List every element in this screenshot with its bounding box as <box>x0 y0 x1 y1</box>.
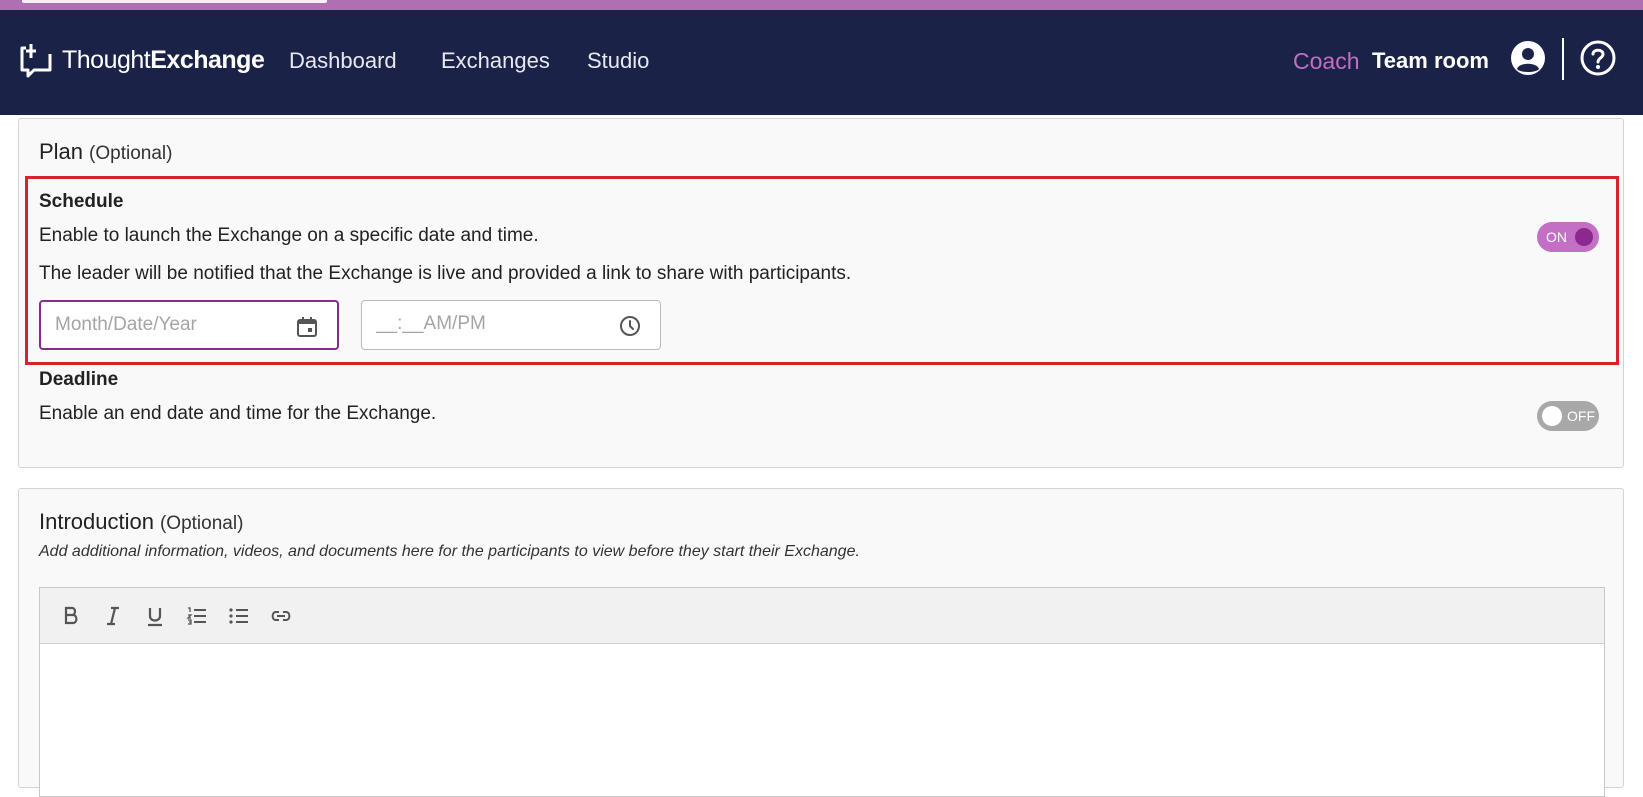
introduction-optional: (Optional) <box>159 513 244 534</box>
coach-link[interactable]: Coach <box>1293 48 1359 75</box>
plan-card: Plan (Optional) Schedule Enable to launch… <box>18 118 1624 468</box>
deadline-toggle-knob <box>1542 406 1562 426</box>
schedule-date-input[interactable] <box>55 314 275 336</box>
plan-title: Plan (Optional) <box>39 139 172 165</box>
logo-text-exchange: Exchange <box>150 45 265 74</box>
rich-text-editor[interactable] <box>39 587 1605 797</box>
deadline-toggle-label: OFF <box>1567 408 1595 424</box>
schedule-date-field[interactable] <box>39 300 339 350</box>
deadline-toggle[interactable]: OFF <box>1537 401 1599 431</box>
ordered-list-icon[interactable] <box>184 604 210 628</box>
introduction-title: Introduction (Optional) <box>39 509 243 535</box>
italic-icon[interactable] <box>100 604 126 628</box>
nav-dashboard[interactable]: Dashboard <box>289 48 397 74</box>
schedule-toggle-label: ON <box>1546 229 1567 245</box>
plan-optional: (Optional) <box>89 143 173 164</box>
deadline-label: Deadline <box>39 369 119 390</box>
editor-toolbar <box>40 588 1604 644</box>
bold-icon[interactable] <box>58 604 84 628</box>
top-accent-stripe <box>0 0 1643 10</box>
nav-divider <box>1562 38 1564 80</box>
team-room-link[interactable]: Team room <box>1372 48 1489 74</box>
logo-text-thought: Thought <box>62 45 151 74</box>
schedule-description: Enable to launch the Exchange on a speci… <box>39 225 539 246</box>
account-circle-icon[interactable] <box>1510 40 1546 76</box>
introduction-title-text: Introduction <box>39 509 154 534</box>
top-stripe-tab <box>22 0 327 3</box>
schedule-label: Schedule <box>39 191 124 212</box>
logo-icon <box>20 44 52 78</box>
link-icon[interactable] <box>268 604 294 628</box>
introduction-description: Add additional information, videos, and … <box>39 543 860 560</box>
thoughtexchange-logo[interactable]: Thought Exchange <box>20 40 265 80</box>
schedule-toggle-knob <box>1575 228 1593 246</box>
nav-studio[interactable]: Studio <box>587 48 649 74</box>
underline-icon[interactable] <box>142 604 168 628</box>
introduction-card: Introduction (Optional) Add additional in… <box>18 488 1624 797</box>
nav-exchanges[interactable]: Exchanges <box>441 48 550 74</box>
bullet-list-icon[interactable] <box>226 604 252 628</box>
plan-title-text: Plan <box>39 139 84 164</box>
schedule-time-field[interactable] <box>361 300 661 350</box>
schedule-note: The leader will be notified that the Exc… <box>39 263 852 284</box>
clock-icon[interactable] <box>618 314 642 338</box>
schedule-toggle[interactable]: ON <box>1537 222 1599 252</box>
help-circle-icon[interactable] <box>1580 40 1616 76</box>
calendar-icon[interactable] <box>295 315 319 339</box>
navbar: Thought Exchange Dashboard Exchanges Stud… <box>0 10 1643 115</box>
schedule-time-input[interactable] <box>376 313 596 335</box>
deadline-description: Enable an end date and time for the Exch… <box>39 403 437 424</box>
